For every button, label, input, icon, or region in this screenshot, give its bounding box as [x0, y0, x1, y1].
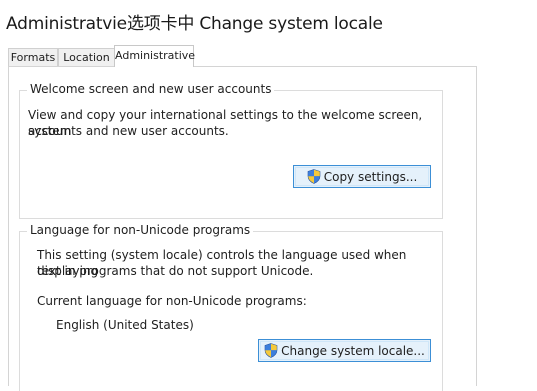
uac-shield-icon [307, 169, 321, 184]
tab-administrative[interactable]: Administrative [114, 45, 195, 67]
current-language-label: Current language for non-Unicode program… [37, 294, 307, 308]
welcome-screen-group: Welcome screen and new user accounts Vie… [19, 82, 443, 219]
non-unicode-description-line2: text in programs that do not support Uni… [37, 264, 314, 278]
welcome-group-title: Welcome screen and new user accounts [27, 82, 275, 96]
welcome-description-line2: accounts and new user accounts. [28, 124, 229, 138]
tab-formats[interactable]: Formats [8, 48, 58, 66]
administrative-panel: Welcome screen and new user accounts Vie… [8, 66, 477, 391]
uac-shield-icon [264, 343, 278, 358]
change-system-locale-button[interactable]: Change system locale... [258, 339, 431, 362]
non-unicode-group: Language for non-Unicode programs This s… [19, 223, 443, 391]
copy-settings-label: Copy settings... [323, 169, 418, 184]
tab-location[interactable]: Location [58, 48, 115, 66]
change-system-locale-label: Change system locale... [281, 343, 425, 358]
page-caption: Administratvie选项卡中 Change system locale [6, 14, 383, 34]
current-language-value: English (United States) [56, 318, 194, 332]
copy-settings-button[interactable]: Copy settings... [293, 165, 431, 188]
non-unicode-group-title: Language for non-Unicode programs [27, 223, 254, 237]
